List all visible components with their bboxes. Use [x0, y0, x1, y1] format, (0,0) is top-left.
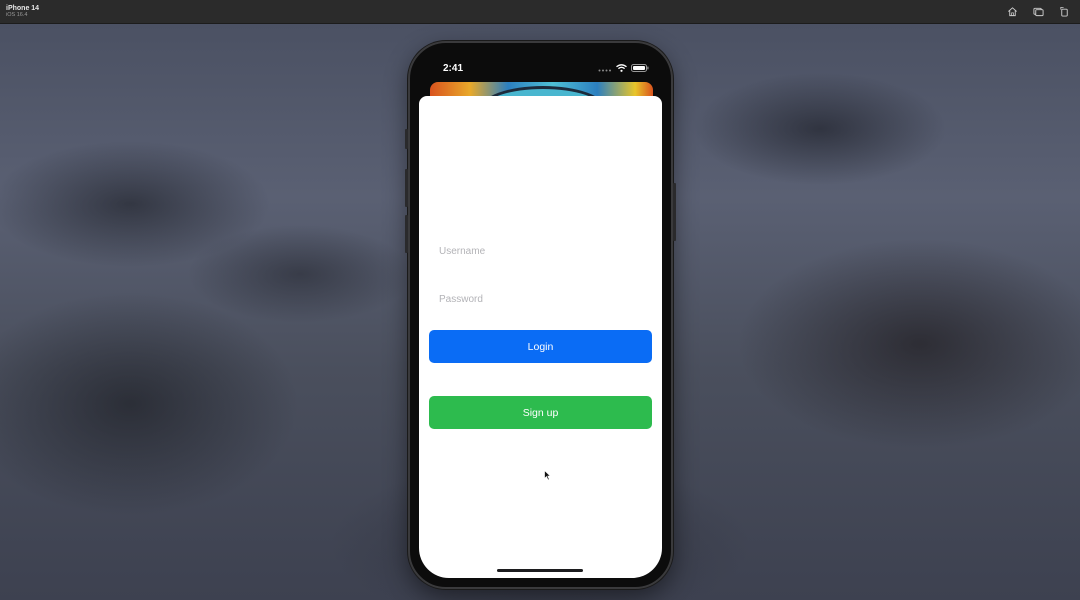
status-time: 2:41 [443, 63, 464, 74]
rotate-icon [1059, 6, 1068, 17]
home-indicator[interactable] [497, 569, 583, 572]
volume-up-button[interactable] [405, 169, 408, 207]
signal-icon [598, 69, 611, 72]
login-button[interactable]: Login [429, 330, 652, 363]
home-button[interactable] [1006, 6, 1018, 18]
home-icon [1007, 7, 1017, 17]
screenshot-icon [1032, 7, 1044, 17]
power-button[interactable] [673, 183, 676, 241]
screenshot-button[interactable] [1032, 6, 1044, 18]
username-input[interactable] [429, 236, 652, 266]
os-version: iOS 16.4 [6, 11, 28, 18]
silent-switch[interactable] [405, 129, 408, 149]
battery-icon [631, 64, 649, 72]
password-input[interactable] [429, 284, 652, 314]
status-icons [598, 64, 649, 72]
simulator-titlebar: iPhone 14 iOS 16.4 [0, 0, 1080, 24]
device-title-block: iPhone 14 iOS 16.4 [6, 5, 39, 19]
login-sheet: Login Sign up [419, 96, 662, 578]
cursor-icon [544, 470, 552, 481]
device-name: iPhone 14 [6, 4, 40, 12]
simulator-toolbar [1006, 6, 1070, 18]
iphone-frame: 2:41 Login Sign up [405, 41, 676, 589]
volume-down-button[interactable] [405, 215, 408, 253]
wifi-icon [616, 64, 627, 72]
rotate-button[interactable] [1058, 6, 1070, 18]
signup-button[interactable]: Sign up [429, 396, 652, 429]
